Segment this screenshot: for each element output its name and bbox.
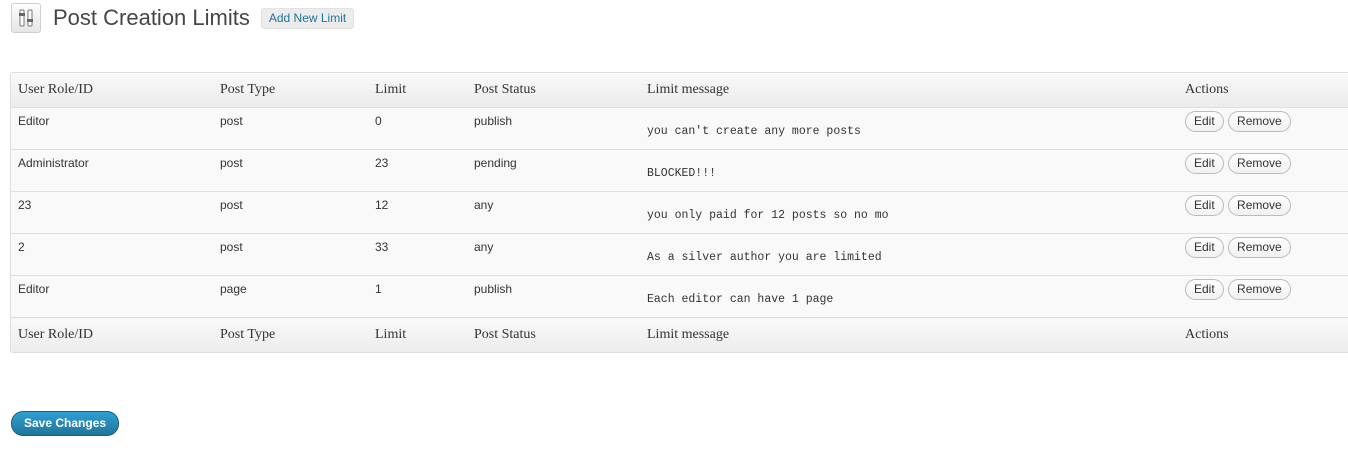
cell-limit: 33 xyxy=(368,233,467,276)
cell-actions: Edit Remove xyxy=(1178,275,1348,318)
remove-button[interactable]: Remove xyxy=(1228,111,1291,132)
column-header-limit: Limit xyxy=(368,73,467,108)
table-row: 23 post 12 any you only paid for 12 post… xyxy=(11,191,1348,234)
remove-button[interactable]: Remove xyxy=(1228,153,1291,174)
edit-button[interactable]: Edit xyxy=(1185,237,1224,258)
cell-post-status: any xyxy=(467,233,640,276)
cell-limit-message: Each editor can have 1 page xyxy=(640,275,1178,318)
cell-post-status: publish xyxy=(467,275,640,318)
cell-limit: 0 xyxy=(368,107,467,150)
cell-actions: Edit Remove xyxy=(1178,233,1348,276)
column-footer-limit-message: Limit message xyxy=(640,317,1178,352)
page-header: Post Creation Limits Add New Limit xyxy=(11,2,355,34)
cell-post-status: any xyxy=(467,191,640,234)
column-footer-limit: Limit xyxy=(368,317,467,352)
column-footer-actions: Actions xyxy=(1178,317,1348,352)
column-footer-post-type: Post Type xyxy=(213,317,368,352)
cell-actions: Edit Remove xyxy=(1178,191,1348,234)
cell-post-type: post xyxy=(213,233,368,276)
edit-button[interactable]: Edit xyxy=(1185,279,1224,300)
column-footer-post-status: Post Status xyxy=(467,317,640,352)
column-header-role: User Role/ID xyxy=(11,73,213,108)
remove-button[interactable]: Remove xyxy=(1228,195,1291,216)
cell-limit: 23 xyxy=(368,149,467,192)
cell-limit: 12 xyxy=(368,191,467,234)
remove-button[interactable]: Remove xyxy=(1228,279,1291,300)
column-header-post-type: Post Type xyxy=(213,73,368,108)
table-row: 2 post 33 any As a silver author you are… xyxy=(11,233,1348,276)
column-header-limit-message: Limit message xyxy=(640,73,1178,108)
cell-post-type: post xyxy=(213,107,368,150)
cell-limit-message: As a silver author you are limited xyxy=(640,233,1178,276)
cell-post-type: page xyxy=(213,275,368,318)
cell-actions: Edit Remove xyxy=(1178,149,1348,192)
cell-limit-message: you only paid for 12 posts so no mo xyxy=(640,191,1178,234)
edit-button[interactable]: Edit xyxy=(1185,153,1224,174)
column-footer-role: User Role/ID xyxy=(11,317,213,352)
cell-role: 2 xyxy=(11,233,213,276)
limits-table: User Role/ID Post Type Limit Post Status… xyxy=(10,72,1348,353)
column-header-actions: Actions xyxy=(1178,73,1348,108)
cell-role: Editor xyxy=(11,275,213,318)
cell-limit: 1 xyxy=(368,275,467,318)
column-header-post-status: Post Status xyxy=(467,73,640,108)
settings-sliders-icon xyxy=(11,3,41,33)
table-header-row: User Role/ID Post Type Limit Post Status… xyxy=(11,73,1348,108)
cell-post-type: post xyxy=(213,149,368,192)
cell-role: Editor xyxy=(11,107,213,150)
cell-role: Administrator xyxy=(11,149,213,192)
save-changes-button[interactable]: Save Changes xyxy=(11,411,120,436)
table-row: Editor post 0 publish you can't create a… xyxy=(11,107,1348,150)
page: Post Creation Limits Add New Limit User … xyxy=(0,0,1348,455)
add-new-limit-button[interactable]: Add New Limit xyxy=(260,8,355,29)
edit-button[interactable]: Edit xyxy=(1185,111,1224,132)
edit-button[interactable]: Edit xyxy=(1185,195,1224,216)
cell-limit-message: BLOCKED!!! xyxy=(640,149,1178,192)
cell-role: 23 xyxy=(11,191,213,234)
cell-post-status: publish xyxy=(467,107,640,150)
cell-post-status: pending xyxy=(467,149,640,192)
table-row: Editor page 1 publish Each editor can ha… xyxy=(11,275,1348,318)
table-row: Administrator post 23 pending BLOCKED!!!… xyxy=(11,149,1348,192)
table-footer-row: User Role/ID Post Type Limit Post Status… xyxy=(11,317,1348,352)
cell-post-type: post xyxy=(213,191,368,234)
remove-button[interactable]: Remove xyxy=(1228,237,1291,258)
page-title: Post Creation Limits xyxy=(53,5,250,30)
cell-limit-message: you can't create any more posts xyxy=(640,107,1178,150)
cell-actions: Edit Remove xyxy=(1178,107,1348,150)
